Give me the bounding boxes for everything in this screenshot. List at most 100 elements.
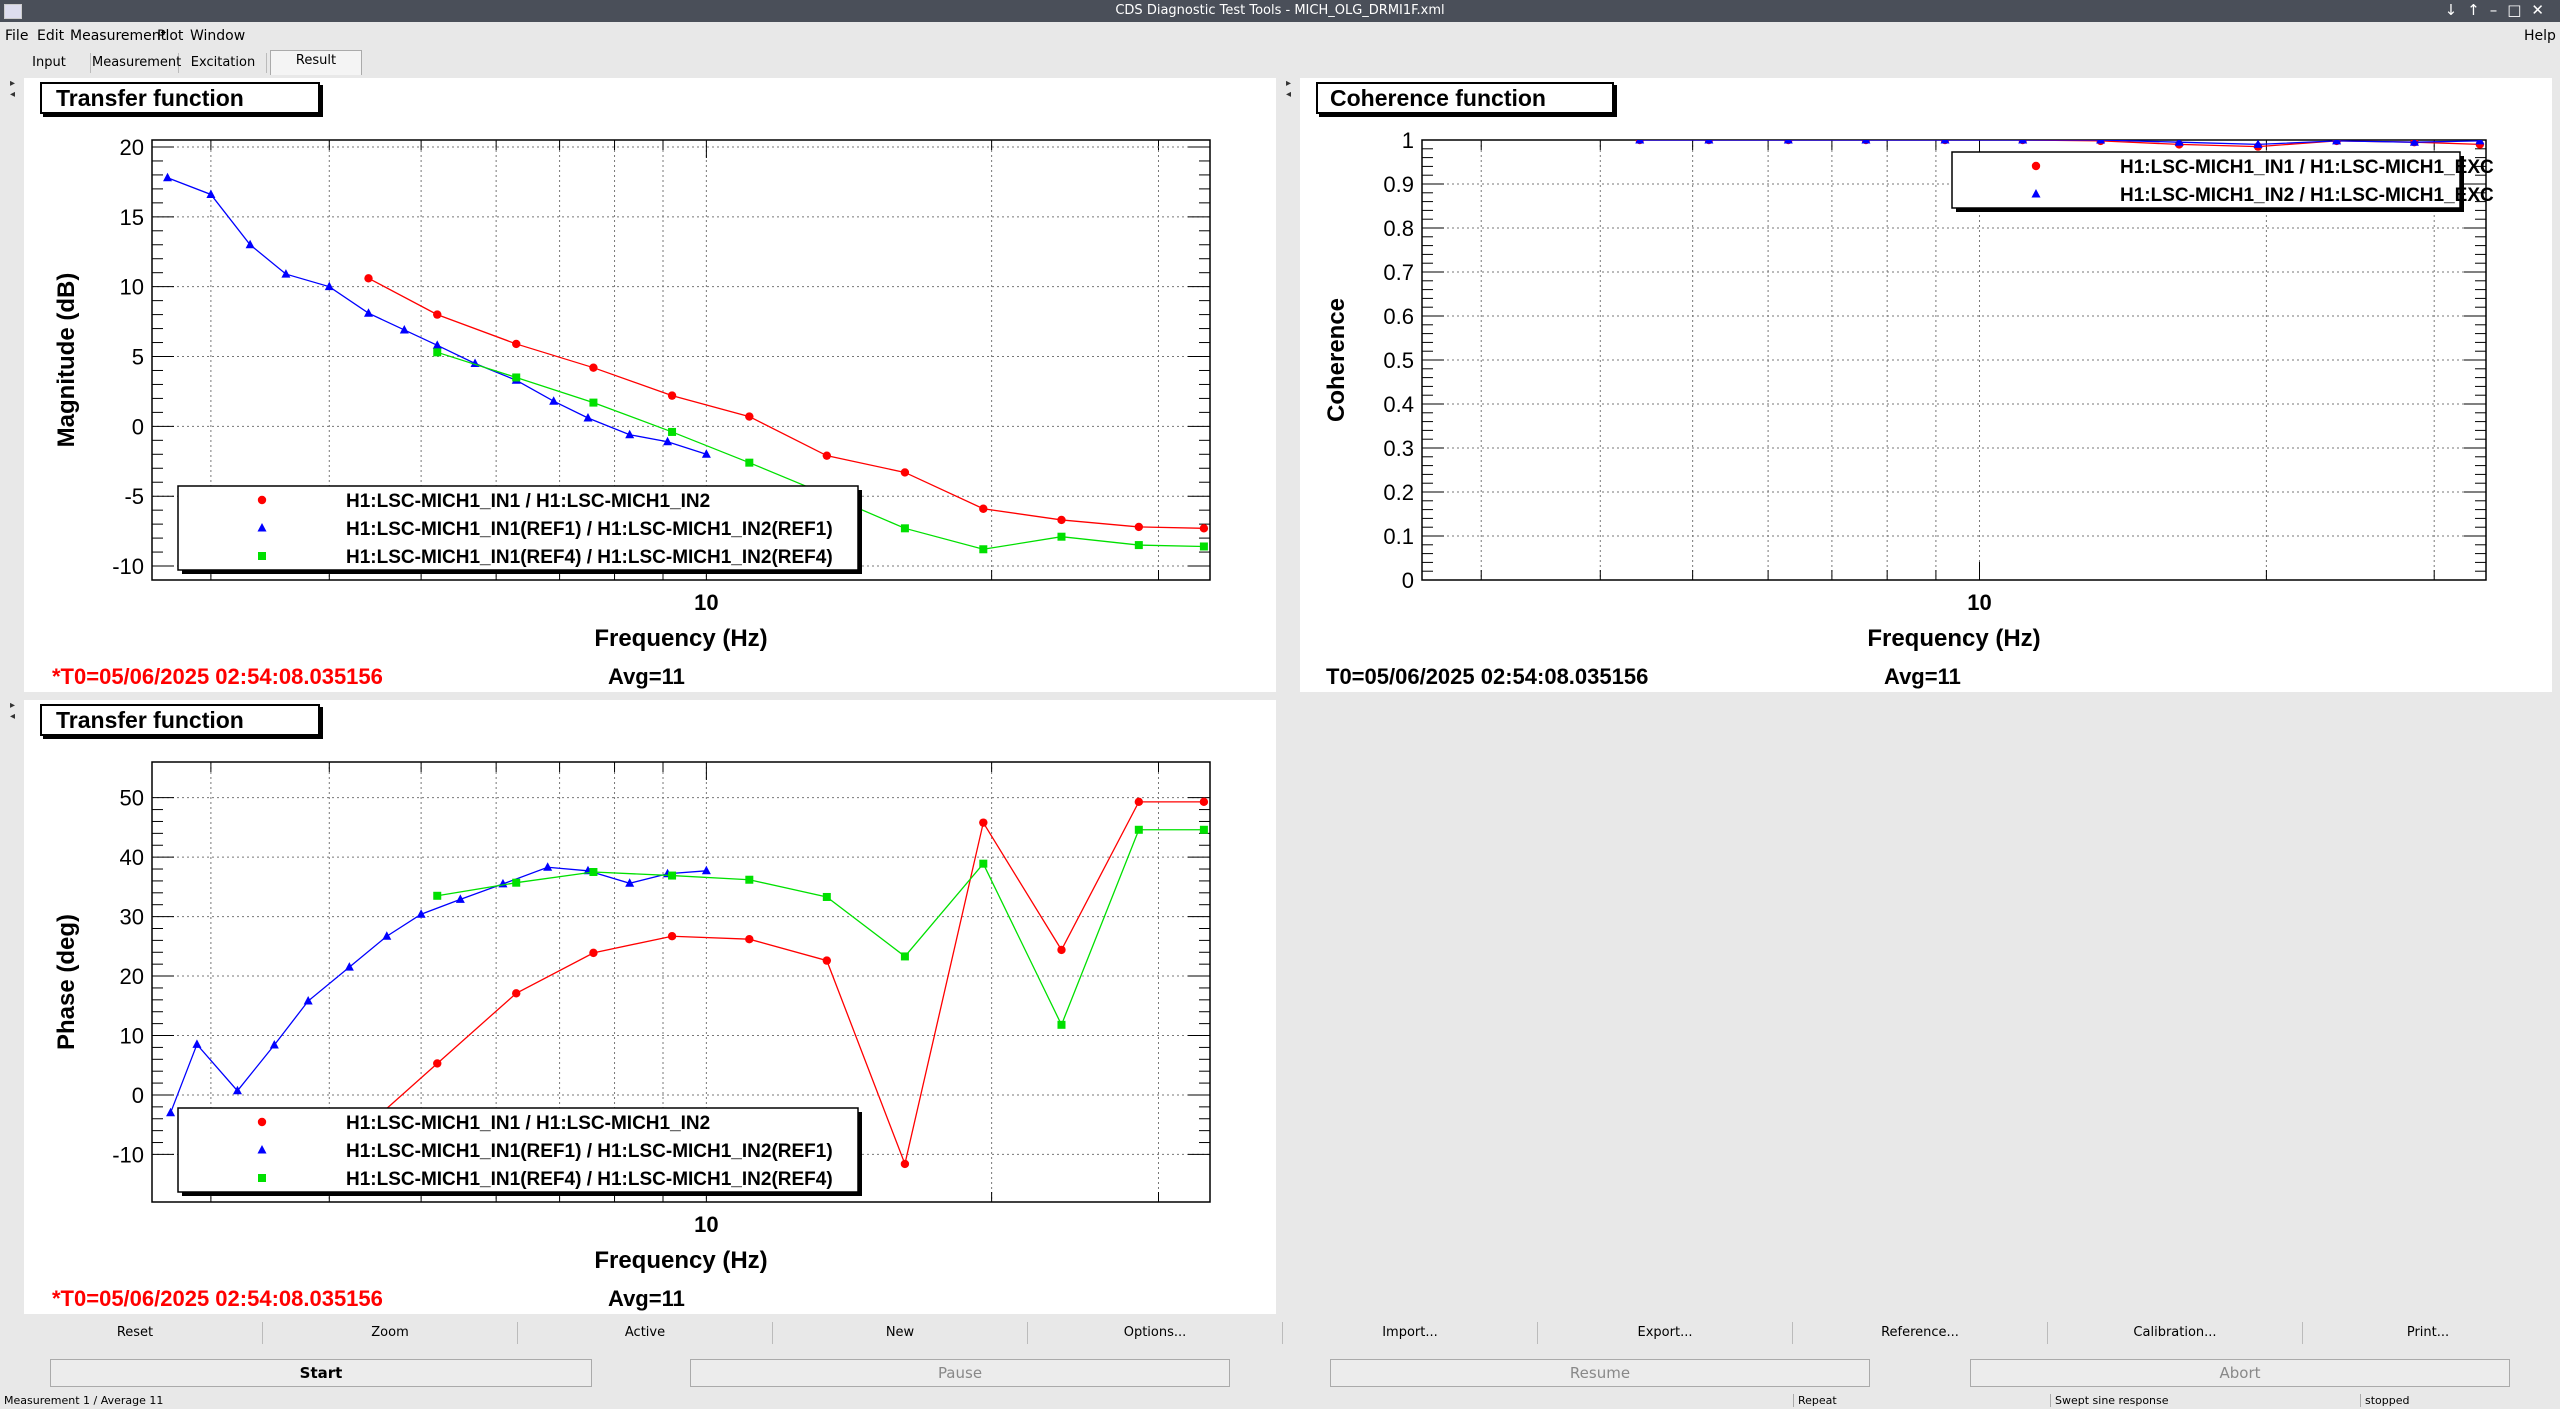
data-point (364, 274, 373, 283)
legend-label: H1:LSC-MICH1_IN2 / H1:LSC-MICH1_EXC (2120, 185, 2494, 206)
data-point (979, 859, 988, 868)
y-tick-label: 0.6 (1383, 304, 1414, 329)
title-bar: CDS Diagnostic Test Tools - MICH_OLG_DRM… (0, 0, 2560, 22)
tab-input[interactable]: Input (8, 53, 91, 73)
status-bar: Measurement 1 / Average 11 Repeat Swept … (0, 1392, 2560, 1409)
y-tick-label: 0.3 (1383, 436, 1414, 461)
t0-timestamp: *T0=05/06/2025 02:54:08.035156 (52, 664, 383, 689)
magnitude-chart[interactable]: -10 -5 0 5 10 15 20 10 Frequency (Hz) Magnitude (… (24, 78, 1276, 692)
data-point (512, 878, 521, 887)
status-state: stopped (2360, 1394, 2410, 1407)
coherence-chart[interactable]: 0 0.1 0.2 0.3 0.4 0.5 0.6 0.7 0.8 0.9 1 10 Frequency… (1300, 78, 2552, 692)
control-bar: Start Pause Resume Abort (0, 1359, 2560, 1387)
y-tick-label: 0.1 (1383, 524, 1414, 549)
data-point (589, 363, 598, 372)
avg-count: Avg=11 (1884, 664, 1961, 689)
data-point (1134, 825, 1143, 834)
data-point (667, 932, 677, 941)
y-tick-label: 20 (120, 135, 144, 160)
y-tick-label: 10 (120, 275, 144, 300)
y-tick-label: 5 (132, 345, 144, 370)
y-tick-label: -10 (112, 554, 144, 579)
panel3-arrows[interactable]: ▸ ◂ (10, 700, 24, 722)
menu-window[interactable]: Window (190, 28, 245, 44)
y-axis-label: Phase (deg) (53, 914, 80, 1050)
panel-tf-phase: Transfer function -10 0 10 20 30 40 50 10 Freque… (24, 700, 1276, 1314)
data-point (668, 427, 677, 436)
data-point (589, 948, 598, 958)
y-tick-label: 0.5 (1383, 348, 1414, 373)
data-point (512, 989, 521, 998)
data-point (1199, 542, 1208, 551)
menu-plot[interactable]: Plot (157, 28, 183, 44)
data-point (745, 412, 754, 421)
plot-toolbar: Reset Zoom Active New Options... Import.… (8, 1322, 2554, 1346)
data-point (822, 892, 831, 901)
panel2-arrows[interactable]: ▸ ◂ (1286, 78, 1300, 100)
data-point (433, 348, 442, 357)
start-button[interactable]: Start (50, 1359, 592, 1387)
x-axis-label: Frequency (Hz) (1867, 625, 2040, 652)
y-tick-label: -5 (124, 484, 144, 509)
zoom-button[interactable]: Zoom (263, 1322, 518, 1344)
legend: H1:LSC-MICH1_IN1 / H1:LSC-MICH1_IN2 H1:LS… (177, 485, 862, 574)
legend-label: H1:LSC-MICH1_IN1 / H1:LSC-MICH1_EXC (2120, 157, 2494, 178)
abort-button[interactable]: Abort (1970, 1359, 2510, 1387)
close-icon[interactable]: ✕ (2531, 1, 2554, 19)
print-button[interactable]: Print... (2303, 1322, 2553, 1344)
data-point (1057, 1020, 1066, 1029)
maximize-icon[interactable]: □ (2507, 1, 2531, 19)
reference-button[interactable]: Reference... (1793, 1322, 2048, 1344)
avg-count: Avg=11 (608, 1286, 685, 1311)
legend: H1:LSC-MICH1_IN1 / H1:LSC-MICH1_EXC H1:LS… (1951, 151, 2494, 212)
window-title: CDS Diagnostic Test Tools - MICH_OLG_DRM… (1115, 3, 1445, 18)
export-button[interactable]: Export... (1538, 1322, 1793, 1344)
y-tick-label: 50 (120, 786, 144, 811)
legend-label: H1:LSC-MICH1_IN1 / H1:LSC-MICH1_IN2 (346, 1113, 710, 1134)
t0-timestamp: T0=05/06/2025 02:54:08.035156 (1326, 664, 1649, 689)
data-point (745, 458, 754, 467)
data-point (1057, 532, 1066, 541)
reset-button[interactable]: Reset (8, 1322, 263, 1344)
legend-marker (258, 1174, 266, 1182)
menu-file[interactable]: File (5, 28, 28, 44)
data-point (512, 339, 521, 349)
active-button[interactable]: Active (518, 1322, 773, 1344)
pause-button[interactable]: Pause (690, 1359, 1230, 1387)
data-point (512, 373, 521, 382)
legend-marker (258, 552, 266, 560)
data-point (900, 468, 910, 477)
shade-down-icon[interactable]: ↓ (2445, 1, 2468, 19)
calibration-button[interactable]: Calibration... (2048, 1322, 2303, 1344)
minimize-icon[interactable]: – (2490, 1, 2508, 19)
y-axis-label: Coherence (1323, 298, 1350, 422)
y-tick-label: -10 (112, 1142, 144, 1167)
data-point (1199, 524, 1209, 533)
options-button[interactable]: Options... (1028, 1322, 1283, 1344)
y-tick-label: 0.2 (1383, 480, 1414, 505)
legend-label: H1:LSC-MICH1_IN1(REF4) / H1:LSC-MICH1_IN… (346, 547, 833, 568)
legend-label: H1:LSC-MICH1_IN1(REF4) / H1:LSC-MICH1_IN… (346, 1169, 833, 1190)
menu-edit[interactable]: Edit (37, 28, 64, 44)
import-button[interactable]: Import... (1283, 1322, 1538, 1344)
resume-button[interactable]: Resume (1330, 1359, 1870, 1387)
menu-help[interactable]: Help (2524, 28, 2556, 44)
tab-measurement[interactable]: Measurement (92, 53, 181, 73)
panel-tf-magnitude: Transfer function -10 -5 0 5 10 15 20 10 Frequen… (24, 78, 1276, 692)
panel1-arrows[interactable]: ▸ ◂ (10, 78, 24, 100)
menu-measurement[interactable]: Measurement (70, 28, 166, 44)
data-point (433, 891, 442, 900)
status-repeat: Repeat (1793, 1394, 1837, 1407)
data-point (979, 545, 988, 554)
window-controls[interactable]: ↓↑–□✕ (2445, 1, 2554, 19)
shade-up-icon[interactable]: ↑ (2467, 1, 2490, 19)
avg-count: Avg=11 (608, 664, 685, 689)
tab-result[interactable]: Result (270, 50, 362, 75)
new-button[interactable]: New (773, 1322, 1028, 1344)
data-point (900, 952, 909, 961)
tab-excitation[interactable]: Excitation (180, 53, 267, 73)
data-point (1134, 541, 1143, 550)
t0-timestamp: *T0=05/06/2025 02:54:08.035156 (52, 1286, 383, 1311)
phase-chart[interactable]: -10 0 10 20 30 40 50 10 Frequency (Hz) Phase (deg… (24, 700, 1276, 1314)
y-tick-label: 0.7 (1383, 260, 1414, 285)
